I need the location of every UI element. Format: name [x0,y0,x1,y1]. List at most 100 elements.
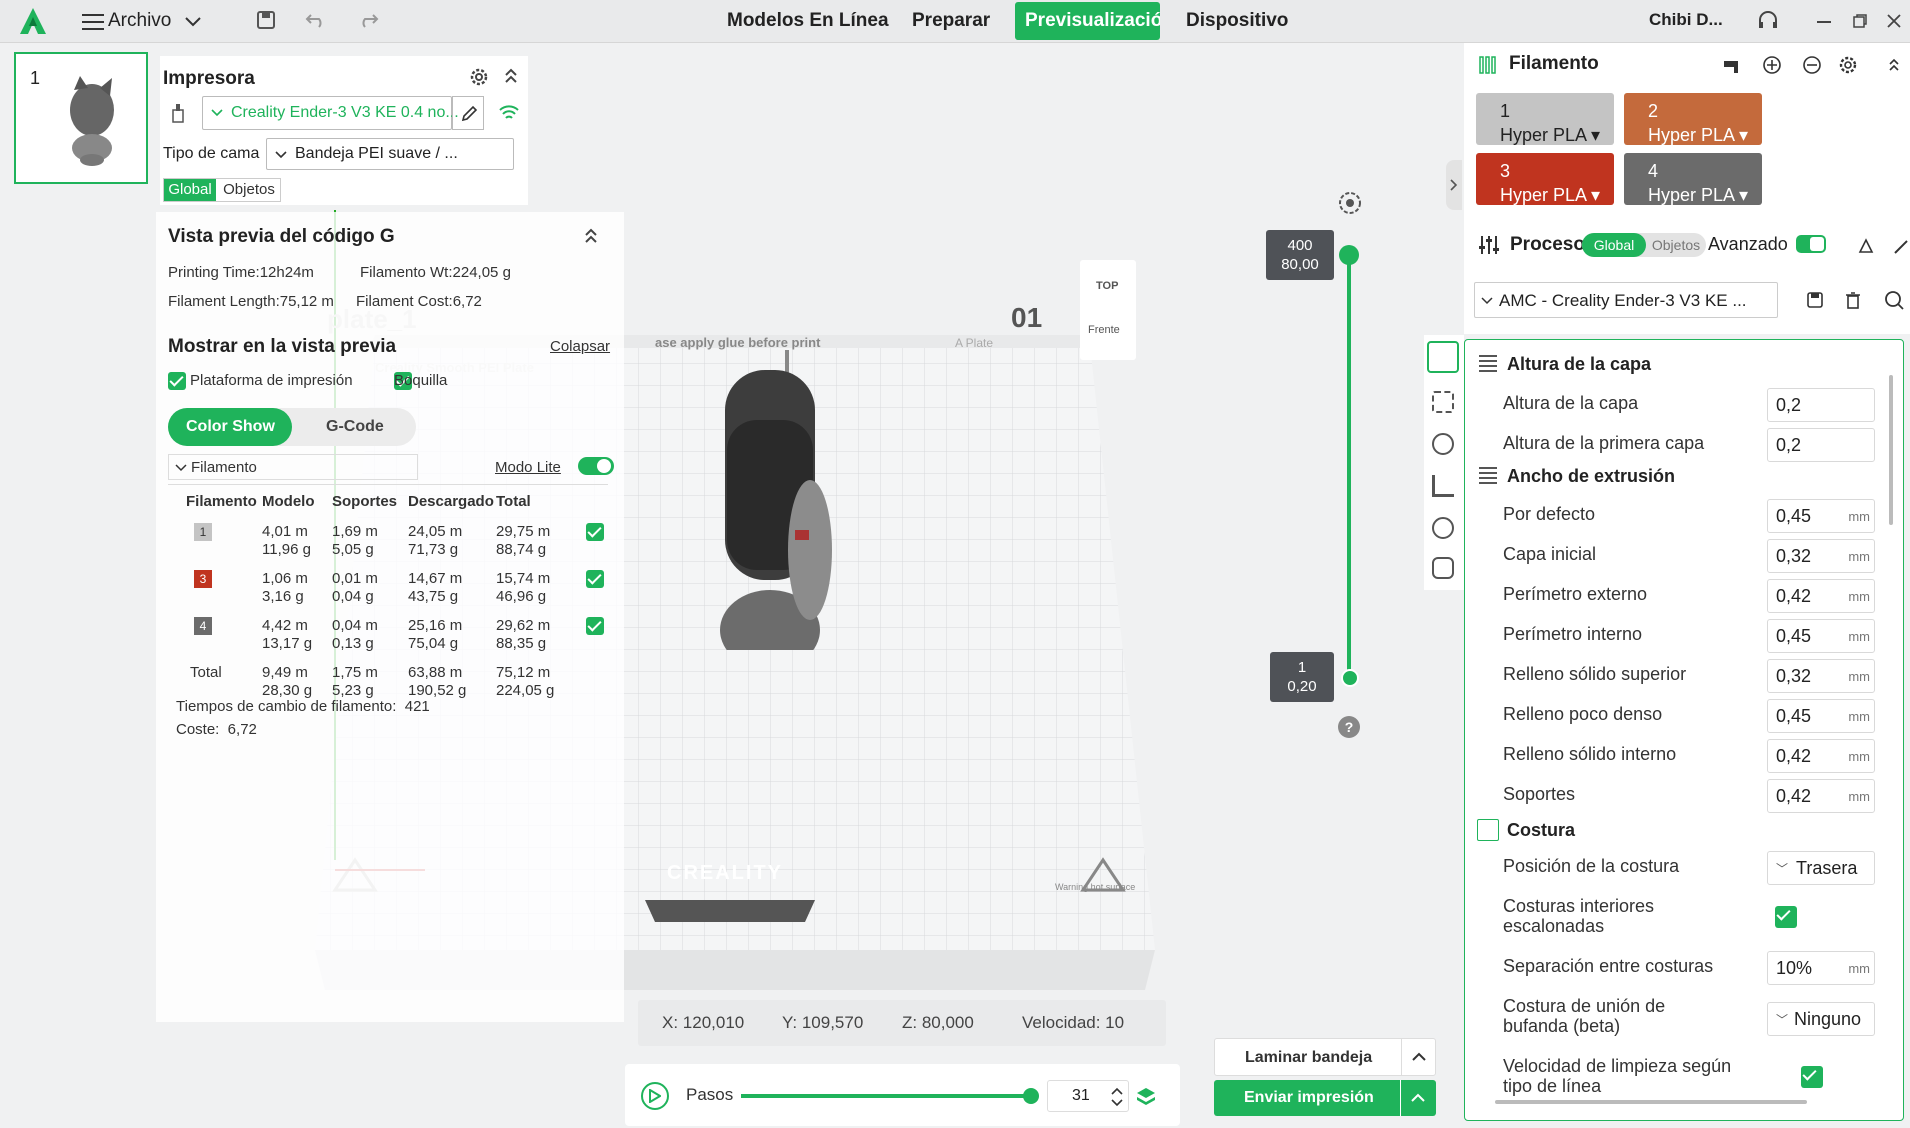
scope-objects[interactable]: Objetos [218,179,280,201]
bed-type-select[interactable]: Bandeja PEI suave / ... [266,138,514,170]
filament-settings-gear-icon[interactable] [1836,53,1860,77]
wand-icon[interactable] [1892,234,1910,258]
filament-card-1[interactable]: 1 Hyper PLA ▾ [1476,93,1614,145]
gcode-button[interactable]: G-Code [326,418,384,436]
minimize-icon[interactable] [1812,10,1836,32]
lite-mode-toggle[interactable] [578,457,614,475]
file-menu[interactable]: Archivo [108,10,171,32]
multimaterial-tab-icon[interactable] [1432,517,1454,539]
speed-tab-icon[interactable] [1432,433,1454,455]
steps-slider-handle[interactable] [1023,1088,1039,1104]
horizontal-scrollbar[interactable] [1495,1100,1807,1104]
view-front[interactable]: Frente [1088,324,1120,336]
width-internal-solid-input[interactable]: 0,42 mm [1767,739,1875,773]
delete-preset-icon[interactable] [1842,288,1864,312]
user-name[interactable]: Chibi D... [1649,10,1723,30]
tab-preview[interactable]: Previsualización [1015,2,1160,40]
color-show-button[interactable]: Color Show [168,408,292,446]
wipe-speed-checkbox[interactable] [1801,1066,1824,1088]
save-preset-icon[interactable] [1804,288,1826,312]
hamburger-menu-icon[interactable] [80,10,106,34]
collapse-up-icon[interactable] [500,64,522,88]
spin-arrows-icon[interactable] [1110,1085,1124,1109]
layer-height-input[interactable]: 0,2 [1767,388,1875,422]
steps-slider[interactable] [741,1094,1031,1098]
settings-cog-icon[interactable] [1337,190,1363,216]
filament-visible-checkbox[interactable] [586,617,604,635]
width-default-input[interactable]: 0,45 mm [1767,499,1875,533]
redo-icon[interactable] [356,8,380,32]
width-inner-wall-input[interactable]: 0,45 mm [1767,619,1875,653]
layer-slider-bottom-handle[interactable] [1341,669,1359,687]
collapse-sidebar-handle[interactable] [1446,160,1462,210]
filament-swatch: 1 [194,523,212,541]
filament-view-select[interactable]: Filamento [168,454,418,480]
seam-position-select[interactable]: ﹀ Trasera [1767,851,1875,885]
chevron-down-icon[interactable] [182,12,204,32]
scarf-seam-select[interactable]: ﹀ Ninguno [1767,1002,1875,1036]
chevron-up-icon[interactable] [1410,1093,1426,1103]
layer-slider-top-handle[interactable] [1339,245,1359,265]
wifi-icon[interactable] [496,102,522,124]
send-print-button[interactable]: Enviar impresión [1214,1080,1436,1116]
staggered-seams-checkbox[interactable] [1775,906,1797,928]
filament-card-3[interactable]: 3 Hyper PLA ▾ [1476,153,1614,205]
width-top-solid-input[interactable]: 0,32 mm [1767,659,1875,693]
filament-card-4[interactable]: 4 Hyper PLA ▾ [1624,153,1762,205]
support-headset-icon[interactable] [1755,8,1781,34]
view-cube[interactable]: TOP Frente [1080,260,1136,360]
advanced-toggle[interactable] [1796,235,1826,253]
collapse-up-icon[interactable] [580,224,602,248]
process-scope-objects[interactable]: Objetos [1648,233,1704,257]
tab-prepare[interactable]: Preparar [912,10,990,32]
undo-icon[interactable] [304,8,328,32]
others-tab-icon[interactable] [1432,557,1454,579]
save-icon[interactable] [254,8,278,32]
width-support-input[interactable]: 0,42 mm [1767,779,1875,813]
close-icon[interactable] [1882,10,1906,32]
view-top[interactable]: TOP [1096,280,1118,292]
tab-online-models[interactable]: Modelos En Línea [727,10,889,32]
steps-spinbox[interactable]: 31 [1047,1080,1129,1112]
layers-icon[interactable] [1133,1084,1159,1110]
plate-thumbnail[interactable]: 1 [14,52,148,184]
printer-scope-toggle[interactable]: Global Objetos [163,178,281,202]
support-tab-icon[interactable] [1432,475,1454,497]
cell: 5,05 g [332,541,374,558]
collapse-up-icon[interactable] [1884,53,1904,77]
width-sparse-infill-input[interactable]: 0,45 mm [1767,699,1875,733]
first-layer-height-input[interactable]: 0,2 [1767,428,1875,462]
seam-gap-input[interactable]: 10% mm [1767,951,1875,985]
printer-settings-gear-icon[interactable] [466,64,492,90]
help-icon[interactable]: ? [1338,716,1360,738]
process-scope-global[interactable]: Global [1582,233,1646,257]
printer-select[interactable]: Creality Ender-3 V3 KE 0.4 no... [202,96,459,130]
sync-ams-icon[interactable] [1720,53,1744,77]
quality-tab-icon[interactable] [1427,341,1459,373]
restore-icon[interactable] [1848,10,1872,32]
compare-icon[interactable] [1854,234,1878,258]
search-icon[interactable] [1882,288,1906,312]
chevron-up-icon[interactable] [1411,1052,1427,1062]
width-outer-wall-input[interactable]: 0,42 mm [1767,579,1875,613]
process-settings-list[interactable]: Altura de la capa Altura de la capa 0,2 … [1464,339,1904,1121]
strength-tab-icon[interactable] [1432,391,1454,413]
slice-plate-button[interactable]: Laminar bandeja [1214,1038,1436,1076]
width-initial-input[interactable]: 0,32 mm [1767,539,1875,573]
remove-filament-icon[interactable] [1800,53,1824,77]
scope-global[interactable]: Global [164,179,216,201]
play-icon[interactable] [641,1082,669,1110]
filament-card-2[interactable]: 2 Hyper PLA ▾ [1624,93,1762,145]
filament-visible-checkbox[interactable] [586,523,604,541]
edit-printer-button[interactable] [452,96,484,130]
tab-device[interactable]: Dispositivo [1186,10,1288,32]
process-scope-toggle[interactable]: Global Objetos [1582,233,1706,257]
add-filament-icon[interactable] [1760,53,1784,77]
process-preset-select[interactable]: AMC - Creality Ender-3 V3 KE ... [1474,282,1778,318]
vertical-scrollbar[interactable] [1889,375,1893,525]
preview-mode-toggle[interactable]: Color Show G-Code [168,408,416,446]
collapse-link[interactable]: Colapsar [550,338,610,355]
filament-visible-checkbox[interactable] [586,570,604,588]
platform-checkbox[interactable] [168,372,186,390]
layer-slider-track[interactable] [1347,252,1351,680]
